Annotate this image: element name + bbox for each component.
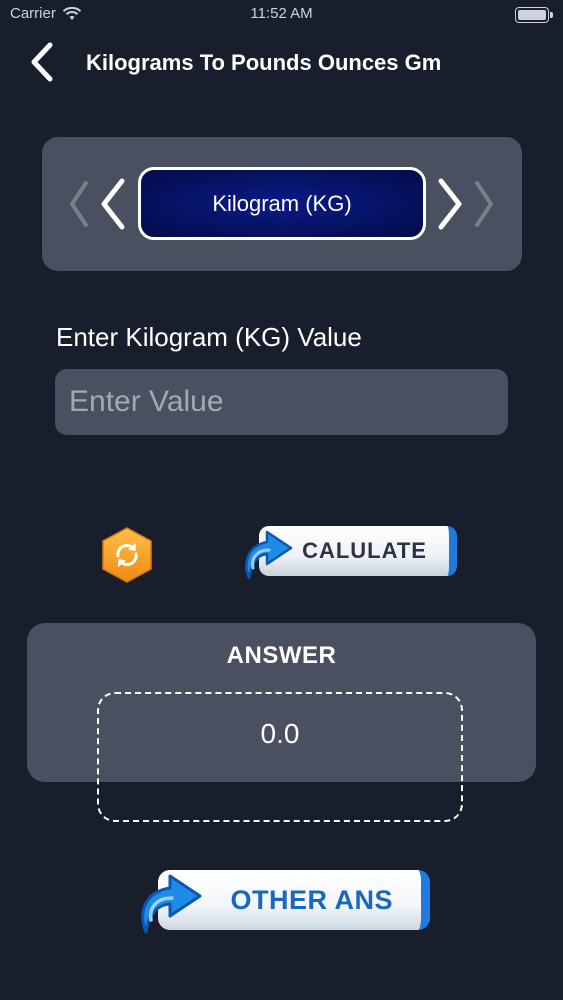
answer-box: 0.0 bbox=[97, 692, 463, 822]
page-title: Kilograms To Pounds Ounces Gm bbox=[86, 50, 442, 75]
chevron-left-icon bbox=[31, 42, 53, 82]
chevron-left-icon bbox=[101, 178, 125, 230]
chevron-left-icon bbox=[70, 181, 88, 227]
next-unit-button[interactable] bbox=[435, 175, 465, 233]
chevron-right-icon bbox=[475, 181, 493, 227]
calculate-button[interactable]: CALULATE bbox=[239, 520, 459, 582]
unit-selector: Kilogram (KG) bbox=[42, 137, 522, 271]
status-bar: Carrier 11:52 AM bbox=[0, 0, 563, 30]
battery-icon bbox=[515, 7, 553, 23]
reset-button[interactable] bbox=[99, 526, 155, 584]
next-unit-shadow[interactable] bbox=[471, 177, 497, 231]
curved-arrow-icon bbox=[141, 874, 202, 934]
refresh-icon bbox=[102, 527, 152, 583]
input-label: Enter Kilogram (KG) Value bbox=[56, 322, 362, 352]
unit-display[interactable]: Kilogram (KG) bbox=[138, 167, 426, 240]
other-ans-button[interactable]: OTHER ANS bbox=[134, 862, 432, 936]
unit-label: Kilogram (KG) bbox=[212, 190, 352, 216]
curved-arrow-icon bbox=[245, 530, 293, 580]
prev-unit-button[interactable] bbox=[98, 175, 128, 233]
prev-unit-shadow[interactable] bbox=[66, 177, 92, 231]
status-time: 11:52 AM bbox=[250, 5, 313, 22]
answer-value: 0.0 bbox=[260, 718, 300, 749]
value-input[interactable] bbox=[55, 369, 508, 435]
chevron-right-icon bbox=[438, 178, 462, 230]
answer-title: ANSWER bbox=[226, 642, 337, 669]
back-button[interactable] bbox=[24, 40, 60, 84]
